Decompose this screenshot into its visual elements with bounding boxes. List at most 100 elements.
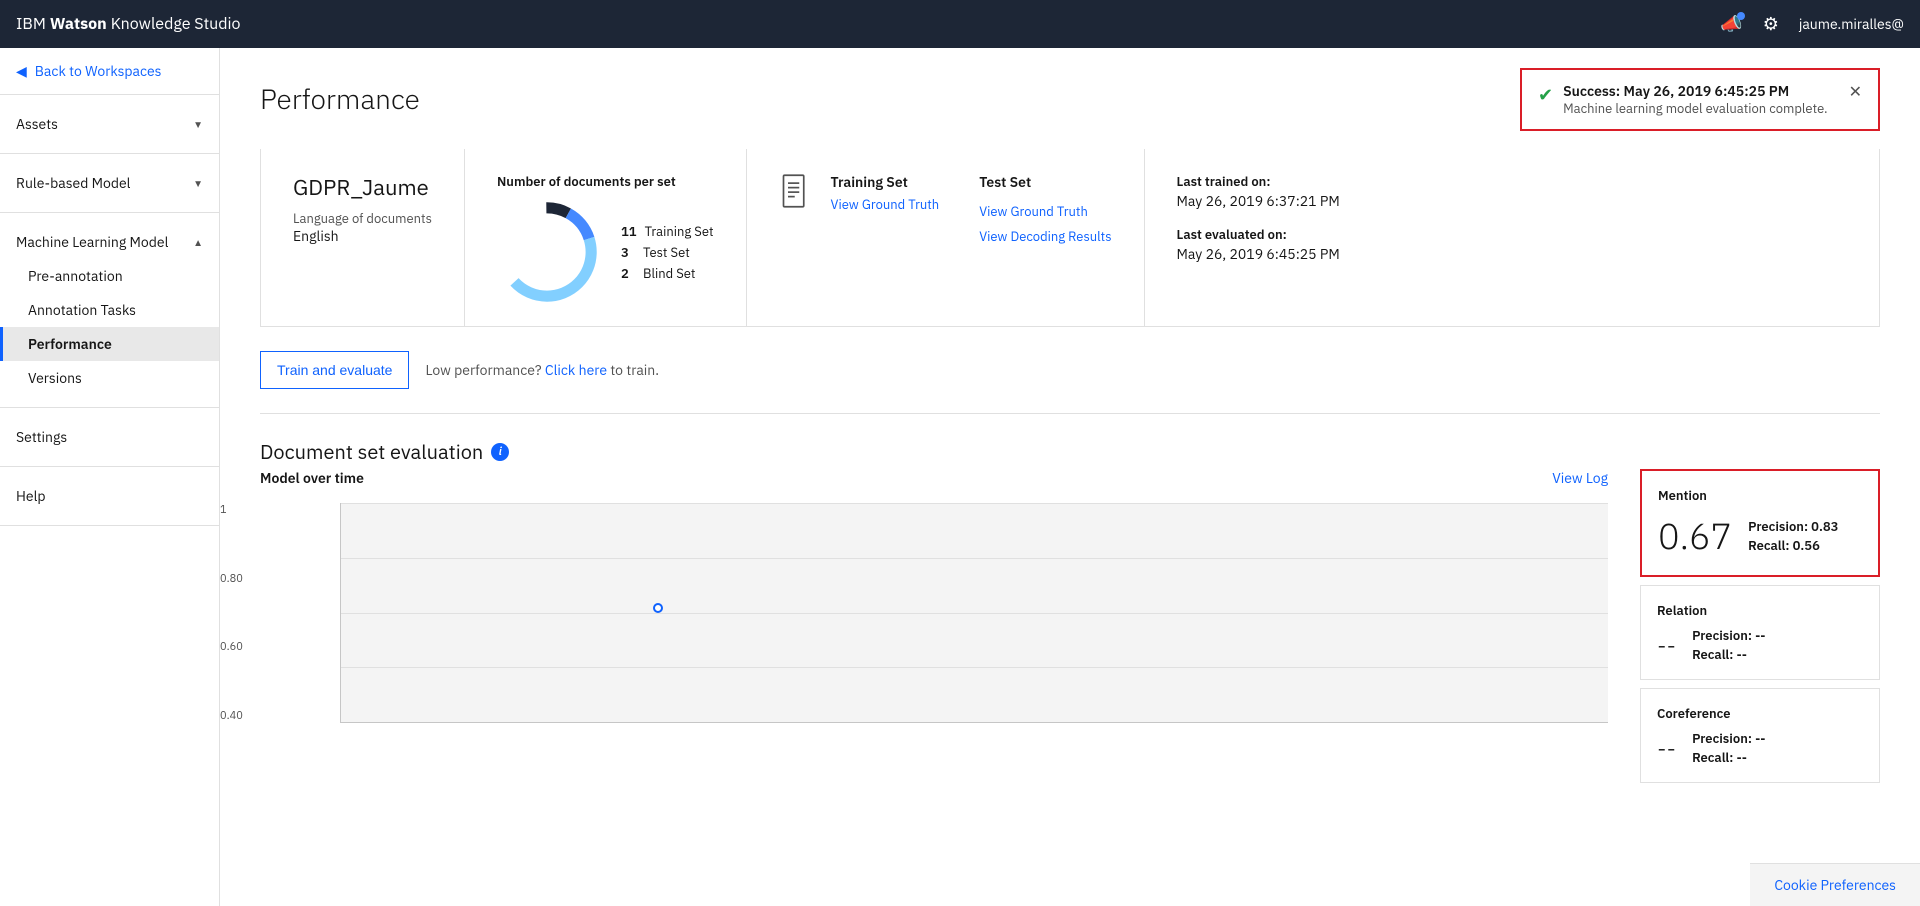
model-lang-value: English xyxy=(293,227,432,245)
relation-metric-card: Relation -- Precision: -- Recall: -- xyxy=(1640,585,1880,680)
coreference-metric-card: Coreference -- Precision: -- Recall: -- xyxy=(1640,688,1880,783)
settings-label: Settings xyxy=(16,428,67,446)
navbar: IBM Watson Knowledge Studio 📣 ⚙ jaume.mi… xyxy=(0,0,1920,48)
eval-section-title: Document set evaluation i xyxy=(260,438,1880,465)
docs-section: Number of documents per set xyxy=(465,149,747,326)
notification-button[interactable]: 📣 xyxy=(1720,14,1742,35)
dates-section: Last trained on: May 26, 2019 6:37:21 PM… xyxy=(1145,149,1372,326)
rule-model-label: Rule-based Model xyxy=(16,174,130,192)
model-lang-label: Language of documents xyxy=(293,210,432,227)
test-set-view-decoding-link[interactable]: View Decoding Results xyxy=(979,228,1111,245)
sidebar-item-pre-annotation[interactable]: Pre-annotation xyxy=(0,259,219,293)
back-label: Back to Workspaces xyxy=(35,62,162,80)
test-set-title: Test Set xyxy=(979,173,1111,191)
relation-precision: Precision: -- xyxy=(1692,627,1765,644)
legend-blind-label: Blind Set xyxy=(643,265,696,282)
sidebar-ml-model-title[interactable]: Machine Learning Model ▲ xyxy=(0,225,219,259)
sidebar-section-ml-model: Machine Learning Model ▲ Pre-annotation … xyxy=(0,213,219,408)
test-set-view-ground-truth-link[interactable]: View Ground Truth xyxy=(979,203,1111,220)
notification-title: Success: May 26, 2019 6:45:25 PM xyxy=(1563,82,1839,100)
info-icon[interactable]: i xyxy=(491,443,509,461)
legend-blind-count: 2 xyxy=(621,265,635,282)
chart-title: Model over time xyxy=(260,469,364,487)
relation-details: Precision: -- Recall: -- xyxy=(1692,627,1765,663)
train-section: Train and evaluate Low performance? Clic… xyxy=(260,351,1880,389)
success-notification: ✔ Success: May 26, 2019 6:45:25 PM Machi… xyxy=(1520,68,1880,131)
coreference-precision-label: Precision: xyxy=(1692,730,1752,747)
performance-label: Performance xyxy=(28,335,112,353)
coreference-type-label: Coreference xyxy=(1657,705,1863,722)
main-content: ✔ Success: May 26, 2019 6:45:25 PM Machi… xyxy=(220,48,1920,906)
grid-line-4 xyxy=(341,667,1608,668)
sidebar-section-help: Help xyxy=(0,467,219,526)
mention-precision-value: 0.83 xyxy=(1811,518,1838,535)
metrics-panel: Mention 0.67 Precision: 0.83 Recall: 0.5… xyxy=(1640,469,1880,791)
grid-line-3 xyxy=(341,613,1608,614)
divider xyxy=(260,413,1880,414)
settings-button[interactable]: ⚙ xyxy=(1763,14,1779,35)
sidebar: ◀ Back to Workspaces Assets ▼ Rule-based… xyxy=(0,48,220,906)
chart-area: Model over time View Log Score 1 0.80 0.… xyxy=(260,469,1608,791)
relation-recall: Recall: -- xyxy=(1692,646,1765,663)
sidebar-settings-title[interactable]: Settings xyxy=(0,420,219,454)
docs-donut-chart xyxy=(497,202,597,302)
mention-recall: Recall: 0.56 xyxy=(1748,537,1838,554)
relation-precision-value: -- xyxy=(1755,627,1765,644)
sidebar-assets-title[interactable]: Assets ▼ xyxy=(0,107,219,141)
navbar-right: 📣 ⚙ jaume.miralles@ xyxy=(1720,14,1904,35)
view-log-link[interactable]: View Log xyxy=(1552,469,1608,487)
sidebar-section-rule-model: Rule-based Model ▼ xyxy=(0,154,219,213)
legend-test: 3 Test Set xyxy=(621,244,714,261)
help-label: Help xyxy=(16,487,46,505)
train-hint: Low performance? Click here to train. xyxy=(425,361,659,379)
grid-line-1 xyxy=(341,503,1608,504)
legend-training-count: 11 xyxy=(621,223,637,240)
legend-test-count: 3 xyxy=(621,244,635,261)
mention-score-row: 0.67 Precision: 0.83 Recall: 0.56 xyxy=(1658,512,1862,559)
document-icon xyxy=(779,173,815,209)
y-tick-4: 0.40 xyxy=(220,709,243,723)
chart-y-labels: 1 0.80 0.60 0.40 xyxy=(220,503,243,723)
app-layout: ◀ Back to Workspaces Assets ▼ Rule-based… xyxy=(0,48,1920,906)
coreference-recall-label: Recall: xyxy=(1692,749,1733,766)
cookie-preferences-bar[interactable]: Cookie Preferences xyxy=(1750,863,1920,906)
ml-model-chevron-icon: ▲ xyxy=(193,236,203,249)
sidebar-help-title[interactable]: Help xyxy=(0,479,219,513)
brand-watson: Watson xyxy=(50,14,107,34)
eval-title-text: Document set evaluation xyxy=(260,438,483,465)
training-set-title: Training Set xyxy=(831,173,940,191)
coreference-score-row: -- Precision: -- Recall: -- xyxy=(1657,730,1863,766)
mention-score: 0.67 xyxy=(1658,512,1732,559)
sidebar-item-performance[interactable]: Performance xyxy=(0,327,219,361)
rule-model-chevron-icon: ▼ xyxy=(193,177,203,190)
coreference-score: -- xyxy=(1657,732,1676,764)
back-to-workspaces[interactable]: ◀ Back to Workspaces xyxy=(0,48,219,95)
legend-blind: 2 Blind Set xyxy=(621,265,714,282)
brand-ibm: IBM xyxy=(16,14,46,34)
mention-recall-label: Recall: xyxy=(1748,537,1789,554)
mention-type-label: Mention xyxy=(1658,487,1862,504)
data-point xyxy=(653,603,663,613)
model-name: GDPR_Jaume xyxy=(293,173,432,202)
sidebar-rule-model-title[interactable]: Rule-based Model ▼ xyxy=(0,166,219,200)
legend-training: 11 Training Set xyxy=(621,223,714,240)
relation-recall-label: Recall: xyxy=(1692,646,1733,663)
click-here-link[interactable]: Click here xyxy=(545,361,607,379)
back-chevron-icon: ◀ xyxy=(16,62,27,80)
train-evaluate-button[interactable]: Train and evaluate xyxy=(260,351,409,389)
notification-dot xyxy=(1737,12,1745,20)
notification-close-button[interactable]: ✕ xyxy=(1849,82,1862,102)
relation-precision-label: Precision: xyxy=(1692,627,1752,644)
training-set-view-ground-truth-link[interactable]: View Ground Truth xyxy=(831,196,940,213)
ml-model-label: Machine Learning Model xyxy=(16,233,168,251)
sidebar-item-versions[interactable]: Versions xyxy=(0,361,219,395)
chart-header: Model over time View Log xyxy=(260,469,1608,487)
coreference-details: Precision: -- Recall: -- xyxy=(1692,730,1765,766)
eval-layout: Model over time View Log Score 1 0.80 0.… xyxy=(260,469,1880,791)
model-name-section: GDPR_Jaume Language of documents English xyxy=(261,149,465,326)
model-info-card: GDPR_Jaume Language of documents English… xyxy=(260,149,1880,327)
sidebar-item-annotation-tasks[interactable]: Annotation Tasks xyxy=(0,293,219,327)
legend-test-label: Test Set xyxy=(643,244,690,261)
user-name: jaume.miralles@ xyxy=(1799,15,1904,33)
assets-chevron-icon: ▼ xyxy=(193,118,203,131)
